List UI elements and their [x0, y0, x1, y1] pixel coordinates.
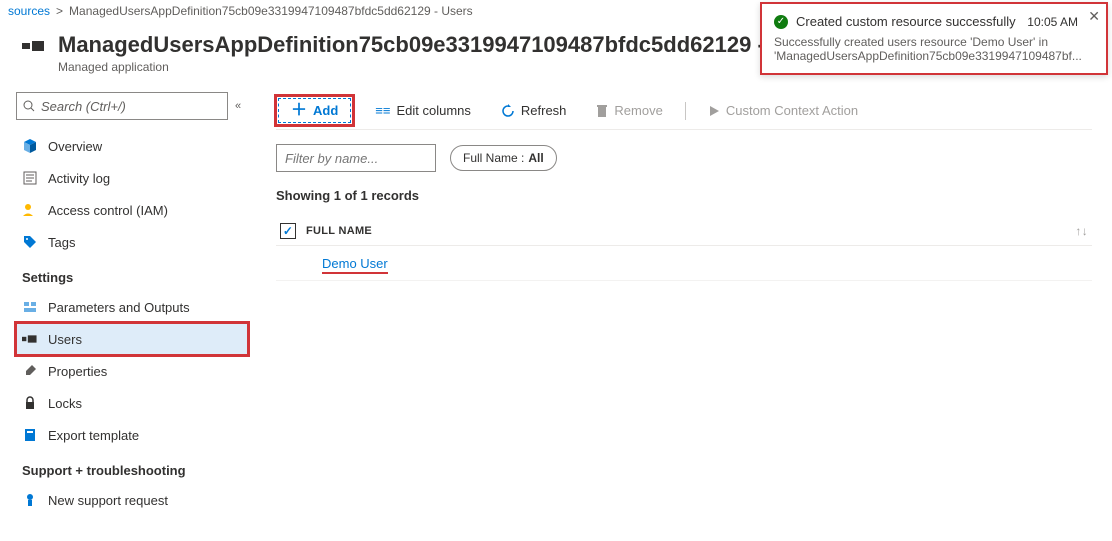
tags-icon — [22, 234, 38, 250]
filter-row: Full Name : All — [276, 144, 1092, 172]
sidebar-item-label: Properties — [48, 364, 107, 379]
support-icon — [22, 492, 38, 508]
sidebar-item-overview[interactable]: Overview — [16, 130, 248, 162]
refresh-icon — [501, 104, 515, 118]
custom-action-label: Custom Context Action — [726, 103, 858, 118]
toast-body: Successfully created users resource 'Dem… — [774, 35, 1078, 63]
custom-context-action-button[interactable]: Custom Context Action — [700, 99, 866, 122]
sidebar-item-label: Access control (IAM) — [48, 203, 168, 218]
filter-name-input[interactable] — [276, 144, 436, 172]
notification-toast: ✕ ✓ Created custom resource successfully… — [760, 2, 1108, 75]
sort-icon[interactable]: ↑↓ — [1075, 224, 1088, 238]
main-content: ＋ Add ≡≡ Edit columns Refresh Remove Cus… — [256, 92, 1112, 541]
users-icon — [22, 331, 38, 347]
sidebar-item-access-control[interactable]: Access control (IAM) — [16, 194, 248, 226]
lock-icon — [22, 395, 38, 411]
search-input[interactable]: Search (Ctrl+/) — [16, 92, 228, 120]
toast-title: Created custom resource successfully — [796, 14, 1019, 29]
sidebar-item-label: Parameters and Outputs — [48, 300, 190, 315]
pill-label: Full Name : — [463, 151, 524, 165]
breadcrumb-parent[interactable]: sources — [8, 4, 50, 18]
parameters-icon — [22, 299, 38, 315]
sidebar-item-parameters[interactable]: Parameters and Outputs — [16, 291, 248, 323]
select-all-checkbox[interactable]: ✓ — [280, 223, 306, 239]
breadcrumb-sep: > — [56, 4, 63, 18]
close-toast-button[interactable]: ✕ — [1088, 8, 1100, 25]
column-full-name[interactable]: Full Name — [306, 225, 372, 237]
plus-icon: ＋ — [291, 104, 307, 118]
records-count: Showing 1 of 1 records — [276, 188, 1092, 203]
search-placeholder: Search (Ctrl+/) — [41, 99, 126, 114]
toast-time: 10:05 AM — [1027, 15, 1078, 29]
activity-log-icon — [22, 170, 38, 186]
table-header: ✓ Full Name ↑↓ — [276, 217, 1092, 246]
collapse-sidebar-button[interactable]: « — [228, 100, 248, 112]
pill-value: All — [528, 151, 543, 165]
sidebar-item-label: Tags — [48, 235, 75, 250]
sidebar-item-activity-log[interactable]: Activity log — [16, 162, 248, 194]
properties-icon — [22, 363, 38, 379]
edit-columns-button[interactable]: ≡≡ Edit columns — [367, 99, 479, 122]
breadcrumb-current: ManagedUsersAppDefinition75cb09e33199471… — [69, 4, 473, 18]
sidebar-item-label: Activity log — [48, 171, 110, 186]
sidebar-item-label: Users — [48, 332, 82, 347]
sidebar-item-properties[interactable]: Properties — [16, 355, 248, 387]
full-name-filter-pill[interactable]: Full Name : All — [450, 145, 557, 171]
sidebar-item-label: Overview — [48, 139, 102, 154]
play-icon — [708, 105, 720, 117]
access-control-icon — [22, 202, 38, 218]
remove-button[interactable]: Remove — [588, 99, 670, 122]
managed-app-icon — [22, 38, 46, 54]
sidebar-item-label: New support request — [48, 493, 168, 508]
trash-icon — [596, 104, 608, 118]
sidebar: Search (Ctrl+/) « Overview Activity log … — [0, 92, 256, 541]
sidebar-section-support: Support + troubleshooting — [16, 451, 248, 484]
refresh-label: Refresh — [521, 103, 567, 118]
add-button[interactable]: ＋ Add — [278, 98, 351, 123]
page-title: ManagedUsersAppDefinition75cb09e33199471… — [58, 32, 832, 58]
sidebar-item-new-support-request[interactable]: New support request — [16, 484, 248, 516]
export-template-icon — [22, 427, 38, 443]
edit-columns-label: Edit columns — [396, 103, 470, 118]
toolbar: ＋ Add ≡≡ Edit columns Refresh Remove Cus… — [276, 92, 1092, 130]
sidebar-item-locks[interactable]: Locks — [16, 387, 248, 419]
page-subtitle: Managed application — [58, 60, 832, 74]
refresh-button[interactable]: Refresh — [493, 99, 575, 122]
search-icon — [23, 100, 35, 112]
sidebar-section-settings: Settings — [16, 258, 248, 291]
remove-label: Remove — [614, 103, 662, 118]
columns-icon: ≡≡ — [375, 103, 390, 118]
sidebar-item-export-template[interactable]: Export template — [16, 419, 248, 451]
add-button-label: Add — [313, 103, 338, 118]
sidebar-item-label: Locks — [48, 396, 82, 411]
toolbar-divider — [685, 102, 686, 120]
sidebar-item-label: Export template — [48, 428, 139, 443]
overview-icon — [22, 138, 38, 154]
table-row[interactable]: Demo User — [276, 246, 1092, 281]
user-link[interactable]: Demo User — [322, 256, 388, 274]
sidebar-item-users[interactable]: Users — [16, 323, 248, 355]
sidebar-item-tags[interactable]: Tags — [16, 226, 248, 258]
success-icon: ✓ — [774, 15, 788, 29]
